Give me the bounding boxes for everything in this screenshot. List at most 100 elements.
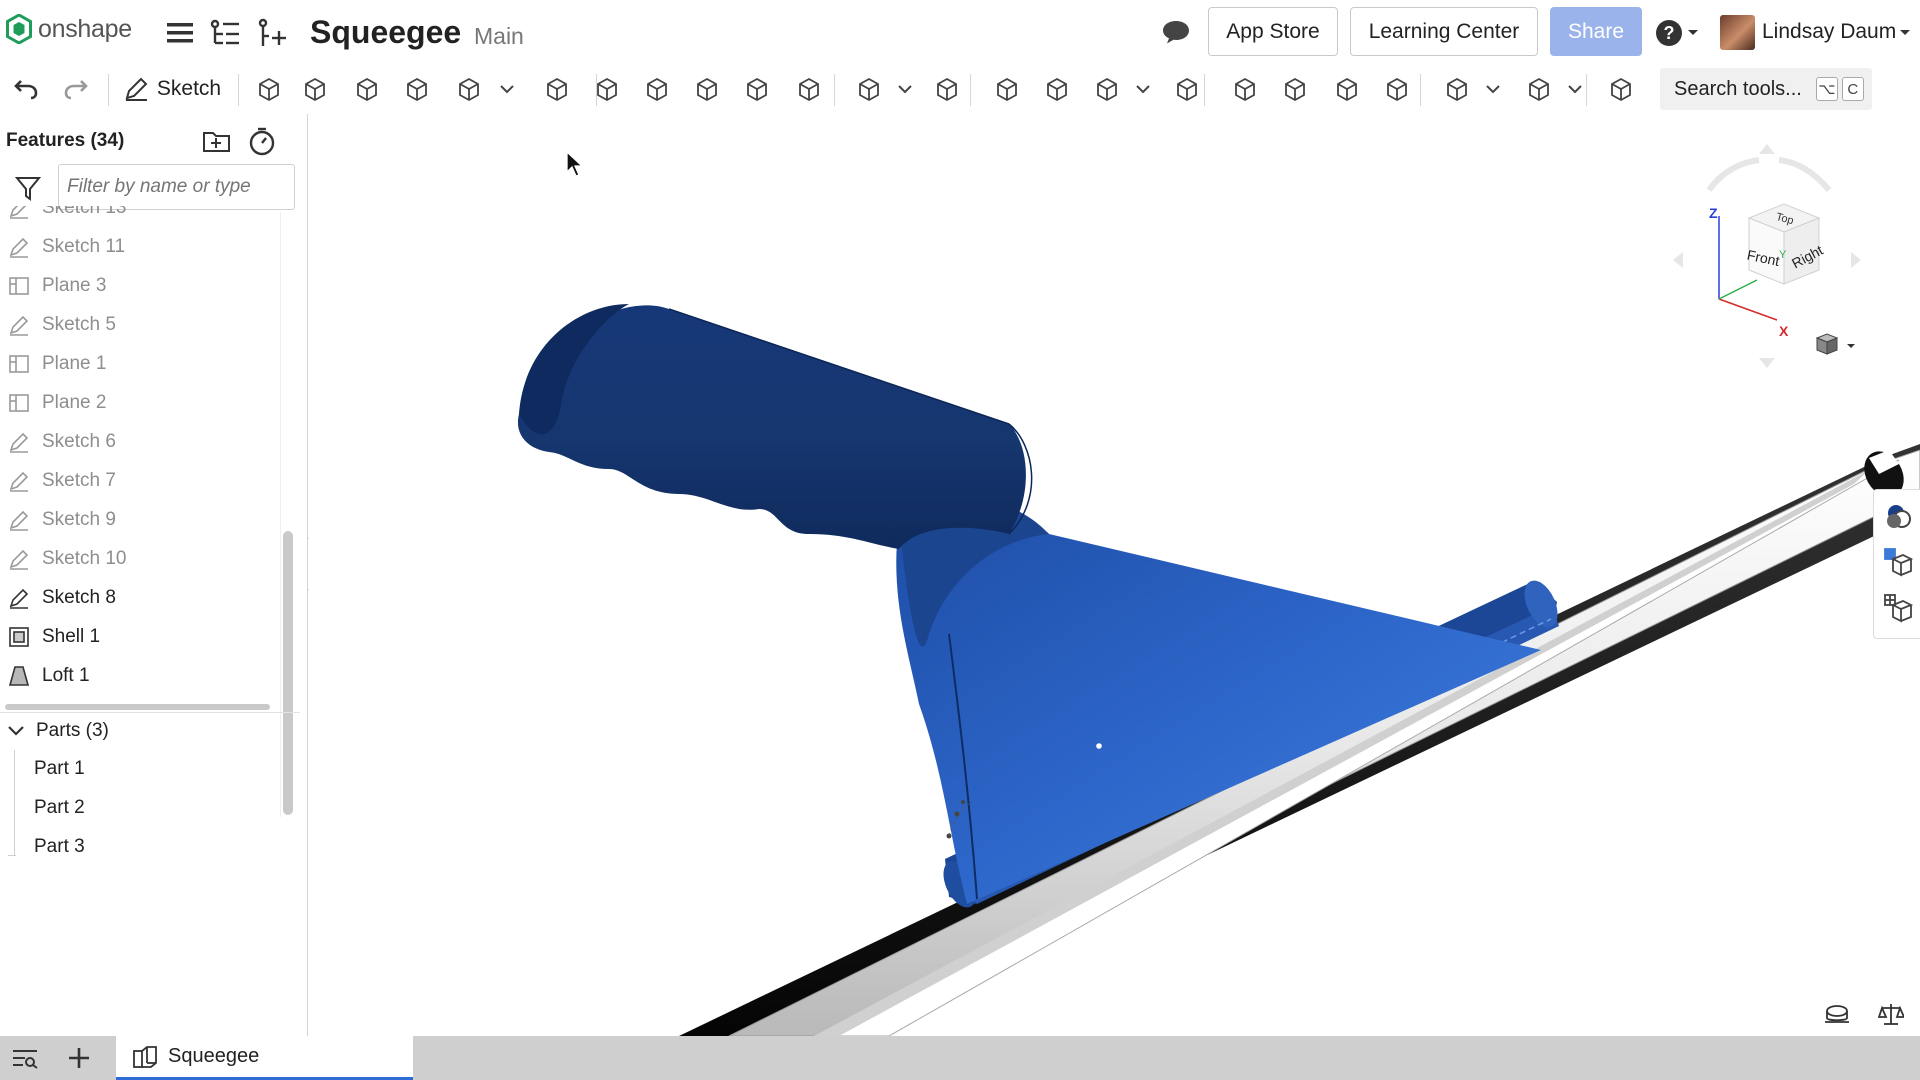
feature-item-label: Plane 1 — [42, 353, 107, 374]
feature-item[interactable]: Plane 3 — [8, 271, 106, 301]
view-cube[interactable]: Top Front Right Z Y X — [1669, 134, 1899, 384]
learning-center-button[interactable]: Learning Center — [1350, 7, 1538, 56]
hamburger-menu-icon[interactable] — [164, 17, 196, 49]
feature-item[interactable]: Plane 1 — [8, 349, 106, 379]
part-item[interactable]: Part 2 — [34, 797, 85, 819]
draft-icon[interactable] — [640, 70, 674, 108]
top-header: onshape Squeegee Main App Store Learning… — [0, 0, 1920, 64]
mouse-cursor-icon — [566, 150, 584, 177]
share-button[interactable]: Share — [1550, 7, 1642, 56]
rib-icon[interactable] — [690, 70, 724, 108]
thicken-icon[interactable] — [452, 70, 486, 108]
feature-item-label: Sketch 7 — [42, 470, 116, 491]
parts-header[interactable]: Parts (3) — [8, 720, 109, 742]
feature-item[interactable]: Sketch 9 — [8, 505, 116, 535]
chevron-down-icon[interactable] — [1134, 70, 1152, 108]
add-tab-icon[interactable] — [64, 1044, 94, 1072]
axis-y-label: Y — [1779, 249, 1787, 261]
transform-icon[interactable] — [1090, 70, 1124, 108]
user-menu-chevron-icon[interactable] — [1895, 17, 1915, 49]
search-tools-label: Search tools... — [1674, 77, 1802, 100]
filter-icon[interactable] — [14, 174, 42, 202]
feature-item[interactable]: Sketch 10 — [8, 544, 127, 574]
parts-tree-line — [14, 750, 15, 856]
configurations-panel-icon[interactable] — [1882, 546, 1914, 578]
replace-face-icon[interactable] — [1330, 70, 1364, 108]
hole-icon[interactable] — [792, 70, 826, 108]
fillet-icon[interactable] — [540, 70, 574, 108]
mirror-icon[interactable] — [930, 70, 964, 108]
feature-item[interactable]: Sketch 6 — [8, 427, 116, 457]
part-item[interactable]: Part 1 — [34, 758, 85, 780]
offset-surface-icon[interactable] — [1380, 70, 1414, 108]
part-item[interactable]: Part 3 — [34, 836, 85, 858]
create-version-icon[interactable] — [256, 17, 288, 49]
sweep-icon[interactable] — [350, 70, 384, 108]
app-store-button[interactable]: App Store — [1208, 7, 1338, 56]
user-name[interactable]: Lindsay Daum — [1762, 20, 1896, 44]
feature-item[interactable]: Sketch 11 — [8, 232, 125, 262]
pattern-icon[interactable] — [852, 70, 886, 108]
shell-tool-icon[interactable] — [740, 70, 774, 108]
revolve-icon[interactable] — [298, 70, 332, 108]
feature-item-label: Sketch 13 — [42, 206, 127, 218]
feature-item[interactable]: Sketch 7 — [8, 466, 116, 496]
boolean-icon[interactable] — [990, 70, 1024, 108]
chevron-down-icon[interactable] — [1566, 70, 1584, 108]
measure-tool-icon[interactable] — [1821, 1000, 1853, 1028]
loft-tool-icon[interactable] — [400, 70, 434, 108]
branch-label[interactable]: Main — [474, 23, 524, 50]
redo-icon[interactable] — [58, 70, 94, 108]
tab-manager-icon[interactable] — [10, 1044, 40, 1072]
feature-list-horizontal-scrollbar[interactable] — [5, 704, 270, 710]
chevron-down-icon — [1688, 30, 1698, 35]
chevron-down-icon[interactable] — [1484, 70, 1502, 108]
feature-item[interactable]: Shell 1 — [8, 622, 100, 652]
document-title[interactable]: Squeegee — [310, 14, 461, 51]
feature-item[interactable]: Plane 2 — [8, 388, 106, 418]
chevron-down-icon[interactable] — [498, 70, 516, 108]
user-avatar[interactable] — [1720, 15, 1755, 50]
chevron-down-icon[interactable] — [896, 70, 914, 108]
filter-input[interactable] — [58, 164, 295, 210]
feature-item[interactable]: Sketch 8 — [8, 583, 116, 613]
versions-history-icon[interactable] — [209, 17, 241, 49]
right-panel-rail — [1873, 489, 1920, 639]
feature-item[interactable]: Sketch 5 — [8, 310, 116, 340]
squeegee-handle[interactable] — [517, 304, 1033, 549]
onshape-logo[interactable]: onshape — [6, 14, 132, 44]
split-icon[interactable] — [1040, 70, 1074, 108]
rotate-left-arrow-icon — [1673, 252, 1683, 268]
feature-item-label: Sketch 11 — [42, 236, 126, 257]
mass-properties-icon[interactable] — [1875, 1000, 1907, 1028]
appearance-panel-icon[interactable] — [1882, 500, 1914, 532]
tab-part-studio-squeegee[interactable]: Squeegee — [116, 1036, 413, 1080]
feature-list-vertical-scrollbar[interactable] — [283, 531, 293, 815]
graphics-viewport[interactable]: Top Front Right Z Y X — [309, 114, 1920, 1036]
extrude-icon[interactable] — [252, 70, 286, 108]
search-tools-button[interactable]: Search tools... ⌥ C — [1660, 68, 1872, 110]
feature-item-label: Plane 2 — [42, 392, 107, 413]
plane-tool-icon[interactable] — [1440, 70, 1474, 108]
roll-left-arrow-icon — [1706, 157, 1760, 192]
feature-item[interactable]: Loft 1 — [8, 661, 90, 686]
delete-face-icon[interactable] — [1278, 70, 1312, 108]
onshape-logo-icon — [6, 14, 32, 44]
rollback-timer-icon[interactable] — [248, 126, 278, 156]
feature-item[interactable]: Sketch 13 — [8, 206, 127, 223]
add-folder-icon[interactable] — [202, 128, 232, 156]
delete-part-icon[interactable] — [1170, 70, 1204, 108]
axis-x-label: X — [1779, 323, 1789, 339]
variables-panel-icon[interactable] — [1882, 592, 1914, 624]
help-menu[interactable]: ? — [1654, 17, 1700, 49]
add-custom-feature-icon[interactable] — [1604, 70, 1638, 108]
tab-bar: Squeegee — [0, 1036, 1920, 1080]
comments-icon[interactable] — [1160, 16, 1192, 48]
undo-icon[interactable] — [8, 70, 44, 108]
plane-icon — [8, 392, 30, 414]
move-face-icon[interactable] — [1228, 70, 1262, 108]
sketch-button[interactable]: Sketch — [118, 70, 226, 108]
sketch-icon — [8, 236, 30, 258]
feature-item-label: Sketch 8 — [42, 587, 116, 608]
mate-connector-icon[interactable] — [1522, 70, 1556, 108]
